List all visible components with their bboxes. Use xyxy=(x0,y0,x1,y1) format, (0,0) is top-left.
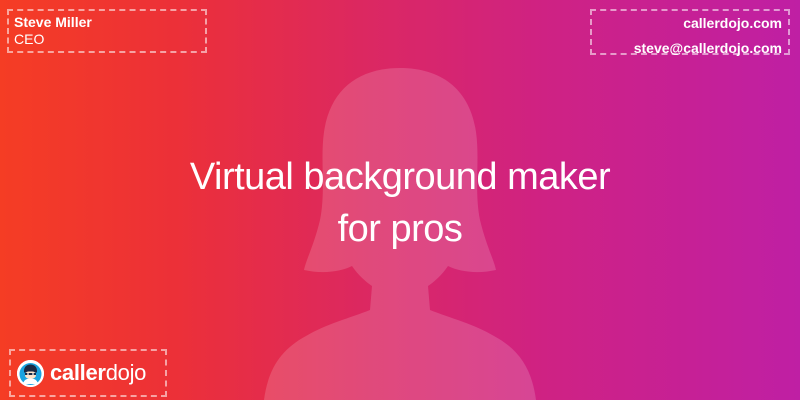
person-name: Steve Miller xyxy=(14,14,92,30)
virtual-background-canvas: Steve Miller CEO callerdojo.com steve@ca… xyxy=(0,0,800,400)
logo-box: callerdojo xyxy=(9,349,167,397)
headline-line-1: Virtual background maker xyxy=(189,156,611,198)
email-text: steve@callerdojo.com xyxy=(633,40,782,56)
logo-wordmark-strong: caller xyxy=(50,360,106,385)
person-title: CEO xyxy=(14,31,45,47)
logo-wordmark-light: dojo xyxy=(105,360,147,385)
logo-wordmark: callerdojo xyxy=(50,360,146,386)
callerdojo-mascot-icon xyxy=(17,359,44,387)
website-text: callerdojo.com xyxy=(683,15,782,31)
name-title-box: Steve Miller CEO xyxy=(7,9,207,53)
headline-line-2: for pros xyxy=(337,208,463,250)
headline: Virtual background maker for pros xyxy=(0,151,800,255)
contact-box: callerdojo.com steve@callerdojo.com xyxy=(590,9,790,56)
